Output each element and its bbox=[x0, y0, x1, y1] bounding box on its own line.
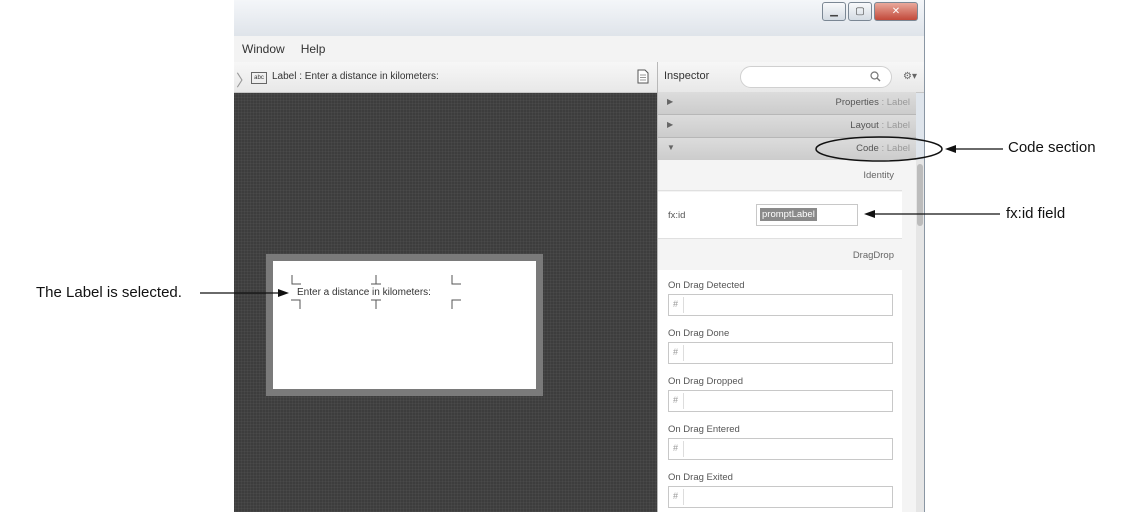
arrowhead-icon bbox=[278, 289, 289, 297]
callout-fxid-field: fx:id field bbox=[1006, 205, 1066, 222]
code-section-highlight bbox=[815, 136, 943, 162]
callout-code-section: Code section bbox=[1008, 139, 1096, 156]
arrowhead-icon bbox=[945, 145, 956, 153]
arrowhead-icon bbox=[864, 210, 875, 218]
callout-lines bbox=[200, 136, 1003, 297]
callout-label-selected: The Label is selected. bbox=[36, 284, 182, 301]
